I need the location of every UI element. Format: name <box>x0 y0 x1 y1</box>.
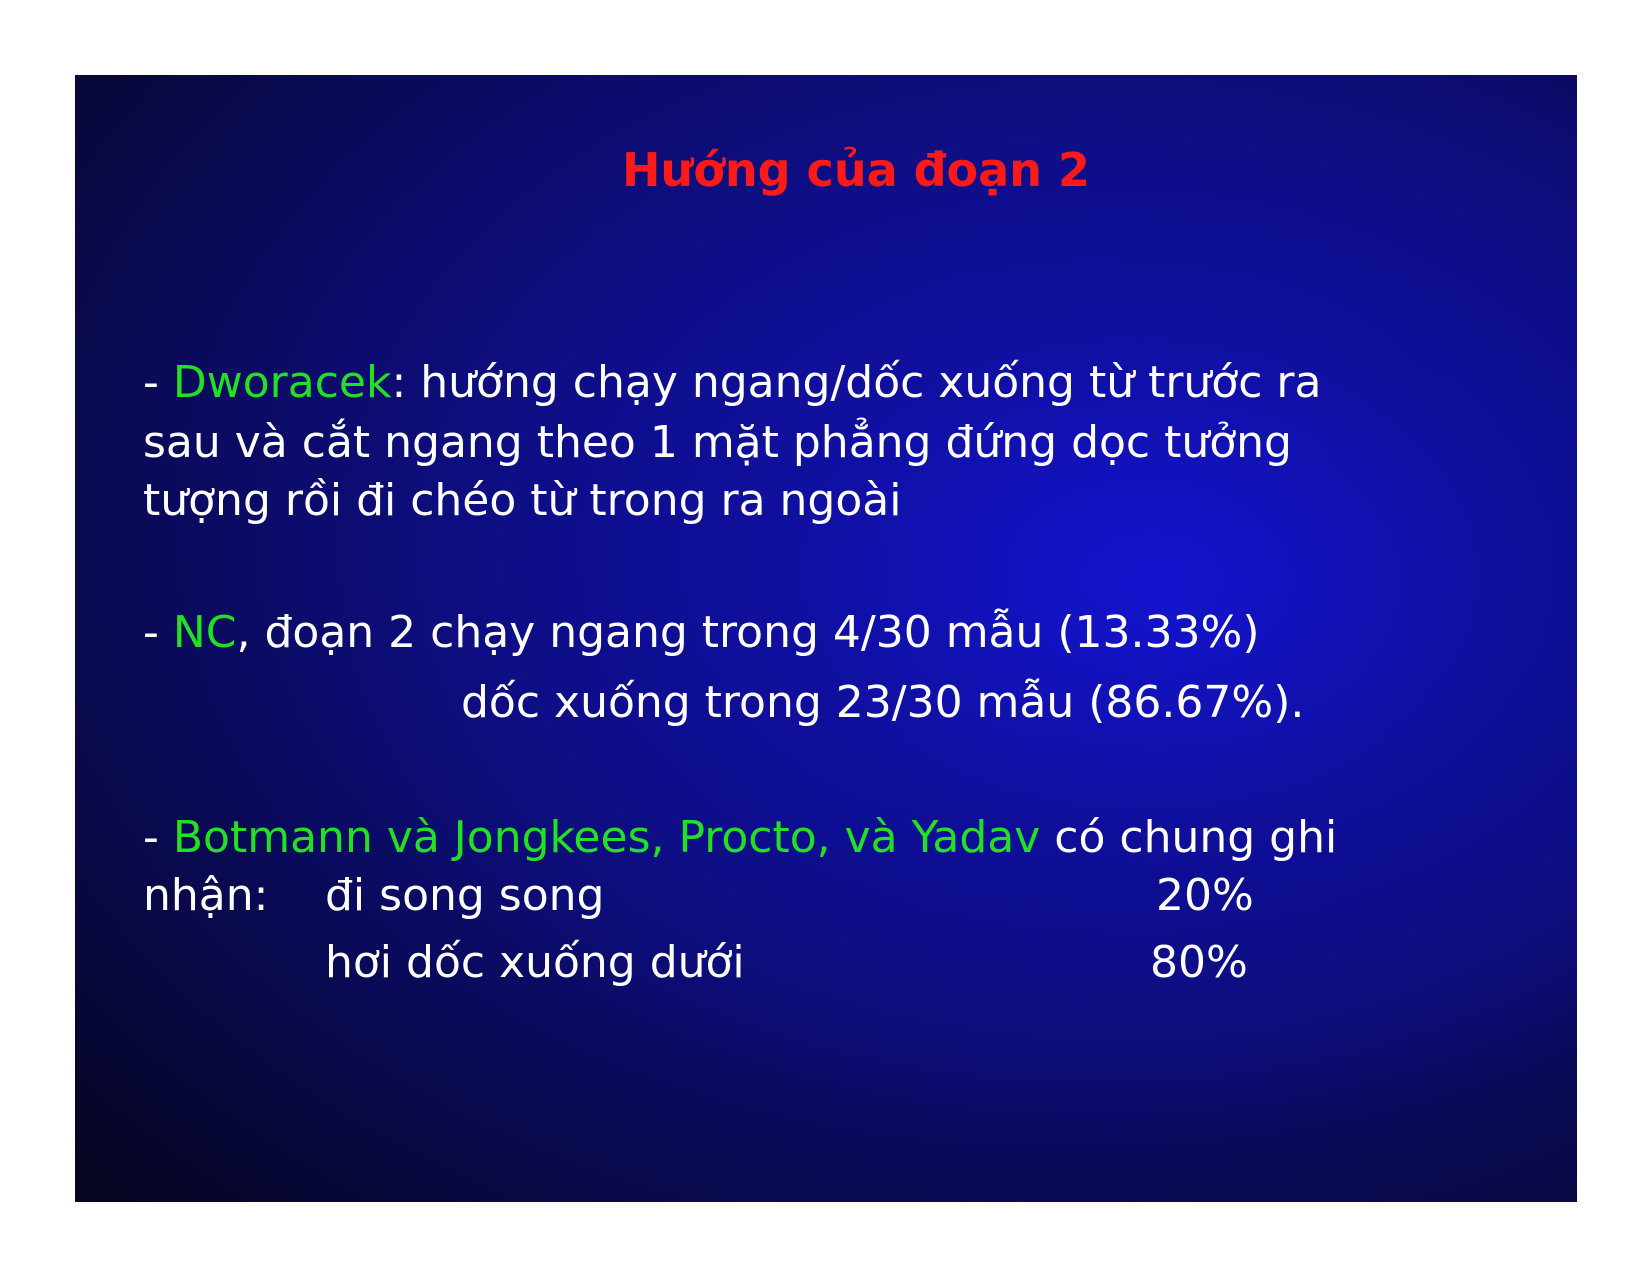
page: Hướng của đoạn 2 - Dworacek: hướng chạy … <box>0 0 1650 1275</box>
slide-title: Hướng của đoạn 2 <box>622 143 1090 197</box>
botmann-text-1: có chung ghi <box>1040 812 1338 863</box>
dworacek-line-3: tượng rồi đi chéo từ trong ra ngoài <box>143 475 902 526</box>
bullet-dash: - <box>143 607 173 658</box>
bullet-dash: - <box>143 357 173 408</box>
dworacek-text-1: : hướng chạy ngang/dốc xuống từ trước ra <box>391 357 1322 408</box>
dworacek-line-2: sau và cắt ngang theo 1 mặt phẳng đứng d… <box>143 417 1292 468</box>
row-value-parallel: 20% <box>1156 870 1254 921</box>
nc-text-1: , đoạn 2 chạy ngang trong 4/30 mẫu (13.3… <box>236 607 1260 658</box>
nc-line-2: dốc xuống trong 23/30 mẫu (86.67%). <box>461 677 1305 728</box>
author-dworacek: Dworacek <box>172 357 392 408</box>
botmann-prefix: nhận: <box>143 870 269 921</box>
dworacek-line-1: - Dworacek: hướng chạy ngang/dốc xuống t… <box>143 353 1321 413</box>
bullet-dash: - <box>143 812 173 863</box>
row-value-sloping: 80% <box>1150 937 1248 988</box>
row-label-sloping: hơi dốc xuống dưới <box>325 937 745 988</box>
slide: Hướng của đoạn 2 - Dworacek: hướng chạy … <box>75 75 1577 1202</box>
authors-botmann-jongkees-procto-yadav: Botmann và Jongkees, Procto, và Yadav <box>172 812 1041 863</box>
row-label-parallel: đi song song <box>325 870 605 921</box>
nc-line-1: - NC, đoạn 2 chạy ngang trong 4/30 mẫu (… <box>143 603 1260 663</box>
botmann-line-1: - Botmann và Jongkees, Procto, và Yadav … <box>143 808 1337 868</box>
author-nc: NC <box>172 607 237 658</box>
